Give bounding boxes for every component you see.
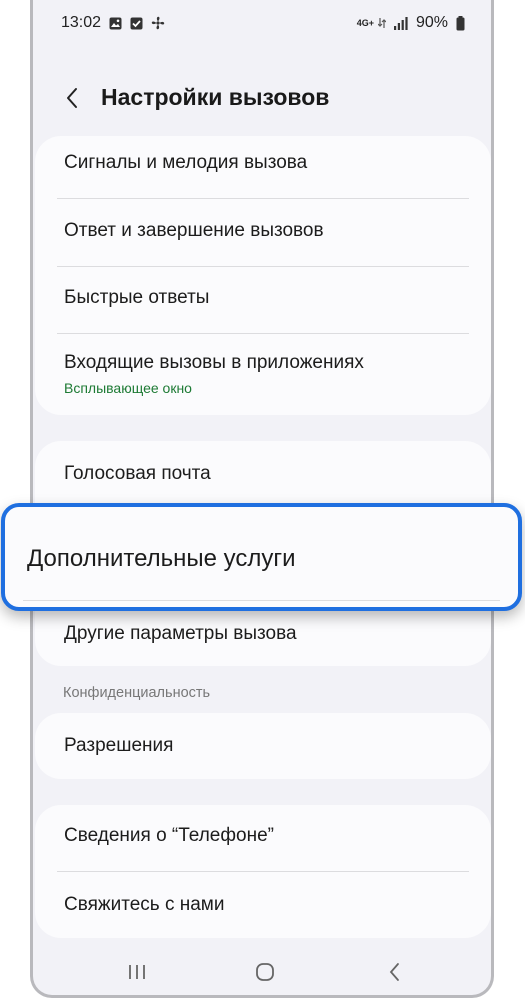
gallery-icon [109,17,122,30]
battery-percent: 90% [415,14,448,31]
page-title: Настройки вызовов [101,84,330,110]
menu-item-label: Ответ и завершение вызовов [64,220,324,241]
checkbox-icon [130,17,143,30]
data-arrows-icon [377,17,386,29]
menu-item-label: Сведения о “Телефоне” [64,825,274,846]
menu-item-answer-end[interactable]: Ответ и завершение вызовов [35,220,491,272]
menu-item-label: Входящие вызовы в приложениях [64,352,364,373]
menu-item-other-call-settings[interactable]: Другие параметры вызова [35,623,491,663]
divider [23,600,500,601]
menu-item-label: Разрешения [64,735,174,756]
menu-item-label: Сигналы и мелодия вызова [64,152,308,173]
fan-icon [151,16,165,30]
menu-item-label: Быстрые ответы [64,287,210,308]
network-type: 4G+ [356,17,374,28]
settings-group-calls: Сигналы и мелодия вызова Ответ и заверше… [35,136,491,415]
battery-icon [456,15,465,31]
status-bar: 13:02 4G+ 90% [33,0,491,46]
menu-item-incoming-in-apps[interactable]: Входящие вызовы в приложениях Всплывающе… [35,352,491,412]
menu-item-contact-us[interactable]: Свяжитесь с нами [35,894,491,934]
menu-item-quick-replies[interactable]: Быстрые ответы [35,287,491,339]
status-time: 13:02 [61,14,102,31]
phone-screen: 13:02 4G+ 90% Настройки вызовов Сигналы … [30,0,494,998]
menu-item-about-phone[interactable]: Сведения о “Телефоне” [35,825,491,873]
divider [57,266,469,267]
settings-group-privacy: Разрешения [35,713,491,779]
settings-group-about: Сведения о “Телефоне” Свяжитесь с нами [35,805,491,938]
section-header-privacy: Конфиденциальность [63,685,211,701]
menu-item-sublabel: Всплывающее окно [64,380,192,396]
recent-apps-icon[interactable] [125,960,149,984]
menu-item-label: Другие параметры вызова [64,623,297,644]
menu-item-voicemail[interactable]: Голосовая почта [35,463,491,503]
menu-item-ringtones[interactable]: Сигналы и мелодия вызова [35,152,491,204]
divider [57,333,469,334]
back-nav-icon[interactable] [383,960,407,984]
divider [57,198,469,199]
divider [57,871,469,872]
app-header: Настройки вызовов [33,78,491,118]
menu-item-label: Свяжитесь с нами [64,894,225,915]
navigation-bar [33,948,491,995]
menu-item-label: Голосовая почта [64,463,211,484]
menu-item-permissions[interactable]: Разрешения [35,735,491,775]
menu-item-additional-services[interactable]: Дополнительные услуги [1,503,522,611]
menu-item-label: Дополнительные услуги [27,545,296,572]
back-arrow-icon[interactable] [61,86,85,110]
signal-icon [393,16,408,30]
home-icon[interactable] [253,960,277,984]
